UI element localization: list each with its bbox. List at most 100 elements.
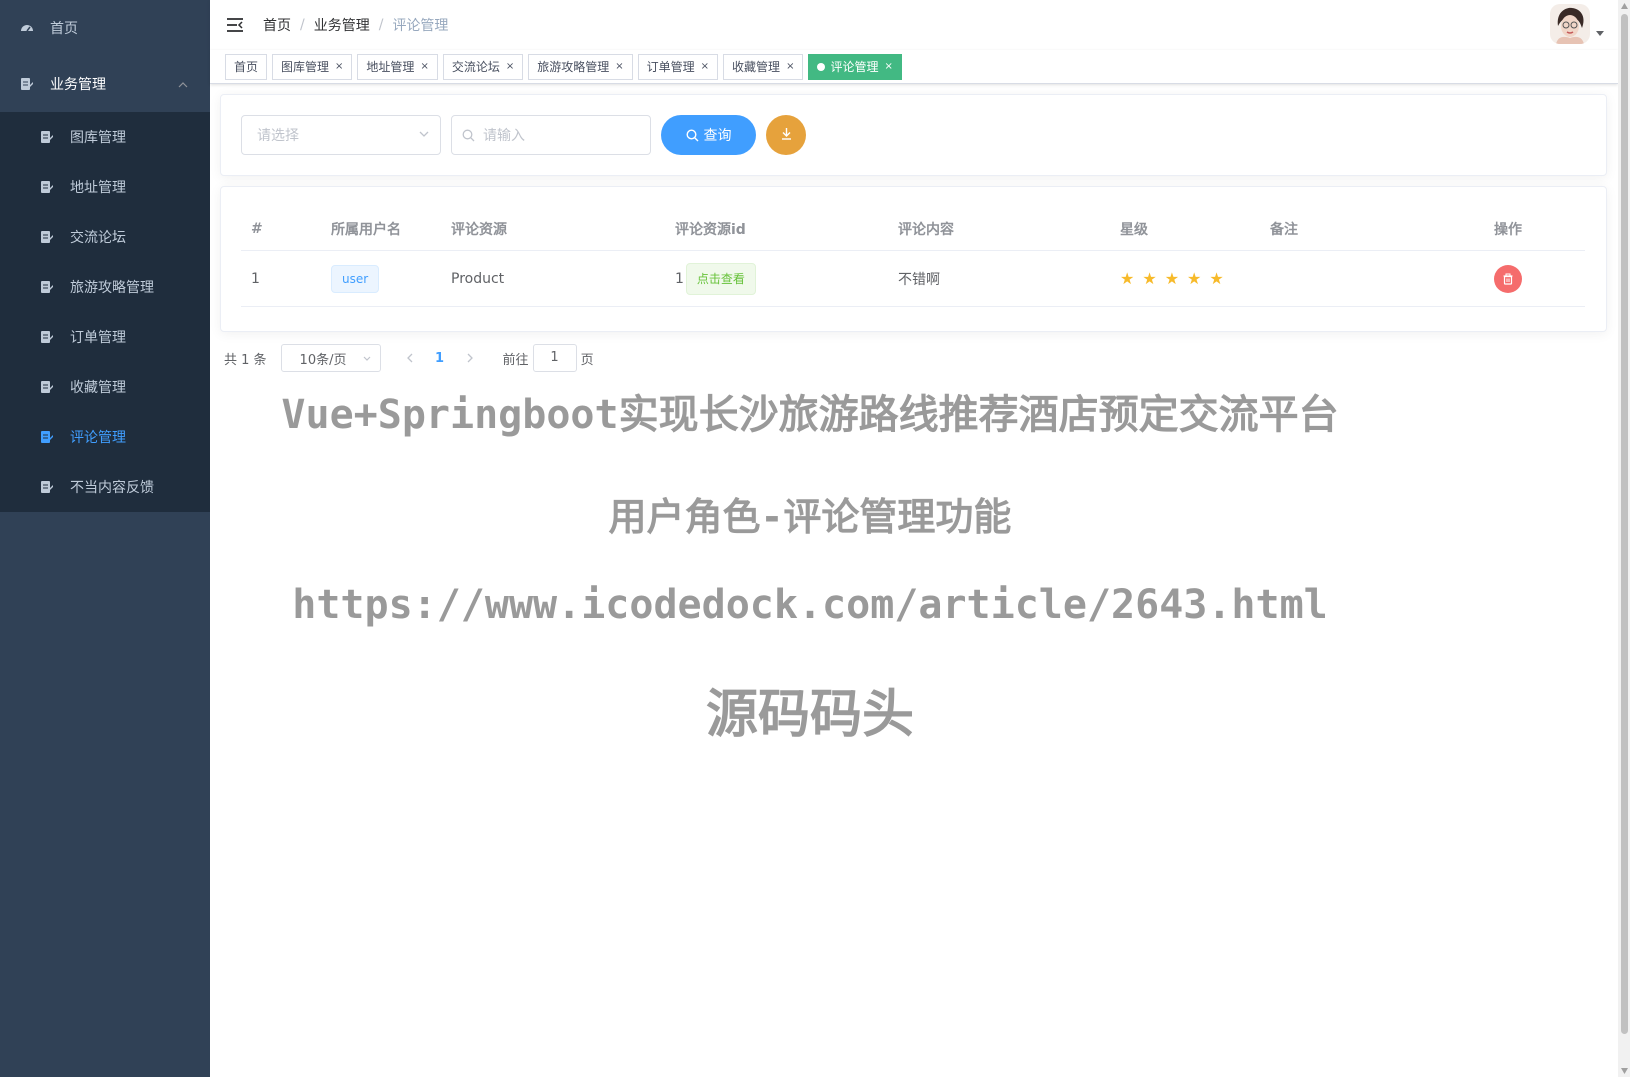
table-header: # 所属用户名 评论资源 评论资源id 评论内容 星级 备注 操作 <box>241 207 1585 251</box>
search-input-placeholder: 请输入 <box>483 128 525 144</box>
tab-5[interactable]: 订单管理 × <box>637 53 719 80</box>
download-icon <box>780 127 793 144</box>
star-icon: ★ <box>1120 269 1135 288</box>
tab-7[interactable]: 评论管理 × <box>808 53 902 80</box>
search-card: 请选择 请输入 查询 <box>220 94 1607 176</box>
user-menu[interactable] <box>1550 4 1604 44</box>
watermark-subtitle: 用户角色-评论管理功能 <box>608 495 1012 539</box>
scroll-up-icon[interactable] <box>1621 3 1628 9</box>
breadcrumb-current: 评论管理 <box>392 18 449 34</box>
sidebar-item-label: 图库管理 <box>70 130 126 146</box>
download-button[interactable] <box>766 115 806 155</box>
tab-label: 地址管理 <box>366 59 415 74</box>
chevron-down-icon <box>418 128 430 144</box>
chevron-right-icon <box>467 353 473 363</box>
tab-label: 旅游攻略管理 <box>537 59 610 74</box>
breadcrumb-business[interactable]: 业务管理 <box>314 15 370 35</box>
watermark-brand: 源码码头 <box>705 685 914 745</box>
chevron-left-icon <box>406 353 413 363</box>
pagination-total: 共 1 条 <box>224 352 267 368</box>
field-select[interactable]: 请选择 <box>241 115 441 155</box>
table-card: # 所属用户名 评论资源 评论资源id 评论内容 星级 备注 操作 1 user Product 1… <box>220 186 1607 332</box>
close-icon[interactable]: × <box>420 55 428 79</box>
scroll-thumb[interactable] <box>1621 14 1628 1034</box>
star-icon: ★ <box>1187 269 1202 288</box>
column-header: 评论资源id <box>675 221 746 238</box>
document-icon <box>40 130 54 144</box>
cell-user: user <box>331 251 380 306</box>
view-resource-button[interactable]: 点击查看 <box>685 262 756 295</box>
sidebar-item-4[interactable]: 订单管理 <box>0 312 210 362</box>
tab-0[interactable]: 首页 <box>225 53 268 80</box>
tab-3[interactable]: 交流论坛 × <box>442 53 524 80</box>
tab-6[interactable]: 收藏管理 × <box>723 53 804 80</box>
document-icon <box>40 180 54 194</box>
sidebar-item-2[interactable]: 交流论坛 <box>0 212 210 262</box>
sidebar-item-6[interactable]: 评论管理 <box>0 412 210 462</box>
scroll-down-icon[interactable] <box>1621 1068 1628 1074</box>
sidebar-item-label: 不当内容反馈 <box>70 480 154 496</box>
column-header: 评论内容 <box>898 221 954 238</box>
chevron-up-icon <box>178 78 188 94</box>
page-size-value: 10条/页 <box>299 352 347 368</box>
close-icon[interactable]: × <box>506 55 514 79</box>
delete-button[interactable] <box>1494 264 1522 293</box>
dashboard-icon <box>20 21 34 35</box>
sidebar-item-3[interactable]: 旅游攻略管理 <box>0 262 210 312</box>
close-icon[interactable]: × <box>335 55 343 79</box>
sidebar-item-business[interactable]: 业务管理 <box>0 56 210 112</box>
document-icon <box>40 330 54 344</box>
hamburger-icon[interactable] <box>225 15 245 35</box>
search-button[interactable]: 查询 <box>661 115 756 155</box>
sidebar-item-label: 首页 <box>50 21 78 37</box>
breadcrumb-home[interactable]: 首页 <box>263 15 291 35</box>
star-icon: ★ <box>1209 269 1224 288</box>
tags-view: 首页 图库管理 × 地址管理 × 交流论坛 × 旅游攻略管理 × 订单管理 × 收藏管理 × 评论管理 × <box>210 50 1618 84</box>
sidebar-item-5[interactable]: 收藏管理 <box>0 362 210 412</box>
close-icon[interactable]: × <box>615 55 623 79</box>
sidebar-item-home[interactable]: 首页 <box>0 0 210 56</box>
close-icon[interactable]: × <box>701 55 709 79</box>
page-number-current[interactable]: 1 <box>425 344 455 372</box>
document-icon <box>40 380 54 394</box>
sidebar-item-label: 地址管理 <box>70 180 126 196</box>
pagination: 共 1 条 10条/页 1 前往 1 页 <box>224 344 594 372</box>
tab-1[interactable]: 图库管理 × <box>272 53 353 80</box>
star-icon: ★ <box>1164 269 1180 288</box>
search-input[interactable]: 请输入 <box>451 115 651 155</box>
trash-icon <box>1503 273 1513 285</box>
business-submenu: 图库管理地址管理交流论坛旅游攻略管理订单管理收藏管理评论管理不当内容反馈 <box>0 112 210 512</box>
breadcrumb-separator: / <box>378 17 384 33</box>
caret-down-icon[interactable] <box>1596 25 1604 41</box>
sidebar-item-0[interactable]: 图库管理 <box>0 112 210 162</box>
search-button-label: 查询 <box>703 128 732 144</box>
column-header: 备注 <box>1270 221 1298 238</box>
sidebar-item-label: 订单管理 <box>70 330 126 346</box>
goto-suffix: 页 <box>580 352 594 368</box>
sidebar-item-label: 交流论坛 <box>70 230 126 246</box>
close-icon[interactable]: × <box>786 55 794 79</box>
tab-4[interactable]: 旅游攻略管理 × <box>528 53 633 80</box>
column-header: 星级 <box>1120 221 1148 238</box>
next-page-button[interactable] <box>455 344 485 372</box>
search-icon <box>685 128 699 142</box>
sidebar-item-7[interactable]: 不当内容反馈 <box>0 462 210 512</box>
sidebar-item-1[interactable]: 地址管理 <box>0 162 210 212</box>
close-icon[interactable]: × <box>884 55 892 79</box>
table-row: 1 user Product 1 点击查看 不错啊 ★ ★ ★ ★ ★ <box>241 251 1585 307</box>
prev-page-button[interactable] <box>395 344 425 372</box>
resource-id-value: 1 <box>675 270 684 287</box>
goto-page-input[interactable]: 1 <box>532 344 577 372</box>
avatar[interactable] <box>1550 4 1590 44</box>
tab-label: 收藏管理 <box>732 59 781 74</box>
document-icon <box>40 430 54 444</box>
page-scrollbar[interactable] <box>1618 0 1630 1077</box>
column-header: 操作 <box>1494 221 1522 238</box>
page-size-select[interactable]: 10条/页 <box>280 344 381 372</box>
tab-label: 评论管理 <box>830 59 879 74</box>
column-header: 所属用户名 <box>331 221 401 238</box>
document-icon <box>20 77 34 91</box>
sidebar-item-label: 业务管理 <box>50 77 106 93</box>
sidebar-item-label: 收藏管理 <box>70 380 126 396</box>
tab-2[interactable]: 地址管理 × <box>357 53 438 80</box>
